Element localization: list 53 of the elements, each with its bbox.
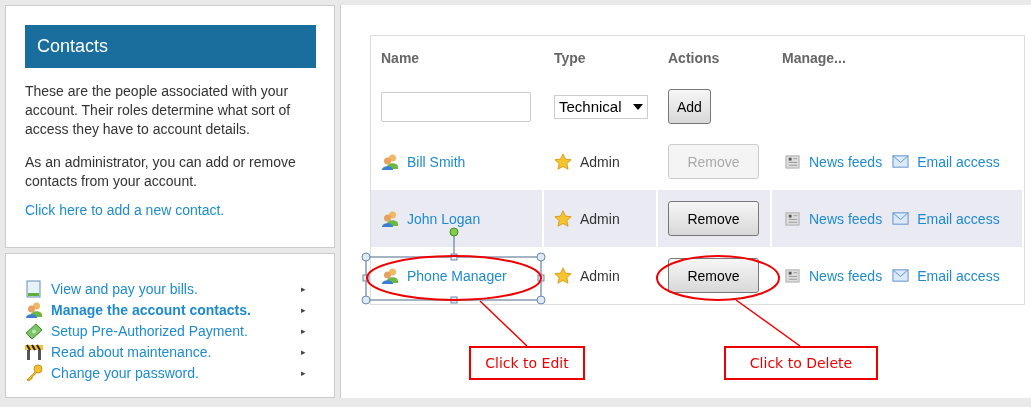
barrier-icon [25, 342, 43, 361]
add-contact-link[interactable]: Click here to add a new contact. [25, 202, 225, 218]
add-button[interactable]: Add [668, 89, 711, 124]
callout-label: Click to Delete [724, 346, 878, 380]
menu-link[interactable]: Change your password. [51, 364, 301, 381]
column-header: Type [554, 50, 586, 66]
envelope-icon [892, 211, 910, 226]
users-icon [25, 300, 43, 319]
menu-link[interactable]: Manage the account contacts. [51, 301, 301, 318]
description-text: These are the people associated with your account. Their roles determine what sort of access they have to account details. [25, 82, 292, 139]
star-icon [554, 152, 572, 171]
users-icon [381, 152, 399, 171]
column-header: Name [381, 50, 420, 66]
newspaper-icon [784, 211, 801, 226]
callout-label: Click to Edit [469, 346, 585, 380]
leader-line [479, 300, 528, 347]
menu-link[interactable]: Read about maintenance. [51, 343, 301, 360]
caret-icon [633, 103, 643, 110]
document-icon [25, 279, 43, 298]
users-icon [381, 209, 399, 228]
menu-link[interactable]: Setup Pre-Authorized Payment. [51, 322, 301, 339]
manage-link[interactable]: News feeds [809, 267, 883, 284]
users-icon [381, 266, 399, 285]
manage-link[interactable]: Email access [917, 267, 1000, 284]
description-text: As an administrator, you can add or remove contacts from your account. [25, 153, 297, 191]
role-text: Admin [580, 210, 620, 227]
remove-button[interactable]: Remove [668, 201, 759, 236]
star-icon [554, 266, 572, 285]
role-text: Admin [580, 153, 620, 170]
arrow-icon: ▸ [301, 346, 306, 357]
menu-link[interactable]: View and pay your bills. [51, 280, 301, 297]
star-icon [554, 209, 572, 228]
column-header: Manage... [782, 50, 846, 66]
leader-line [735, 299, 801, 347]
arrow-icon: ▸ [301, 367, 306, 378]
arrow-icon: ▸ [301, 304, 306, 315]
column-header: Actions [668, 50, 720, 66]
role-text: Admin [580, 267, 620, 284]
manage-link[interactable]: News feeds [809, 210, 883, 227]
arrow-icon: ▸ [301, 325, 306, 336]
arrow-icon: ▸ [301, 283, 306, 294]
panel-title: Contacts [25, 25, 316, 68]
manage-link[interactable]: Email access [917, 210, 1000, 227]
key-icon [25, 363, 43, 382]
envelope-icon [892, 268, 910, 283]
newspaper-icon [784, 154, 801, 169]
envelope-icon [892, 154, 910, 169]
money-icon [25, 321, 43, 340]
name-input-field[interactable] [381, 91, 531, 122]
contact-name-link[interactable]: John Logan [407, 210, 481, 227]
type-dropdown[interactable]: Technical [554, 94, 648, 119]
newspaper-icon [784, 268, 801, 283]
remove-button[interactable]: Remove [668, 258, 759, 293]
